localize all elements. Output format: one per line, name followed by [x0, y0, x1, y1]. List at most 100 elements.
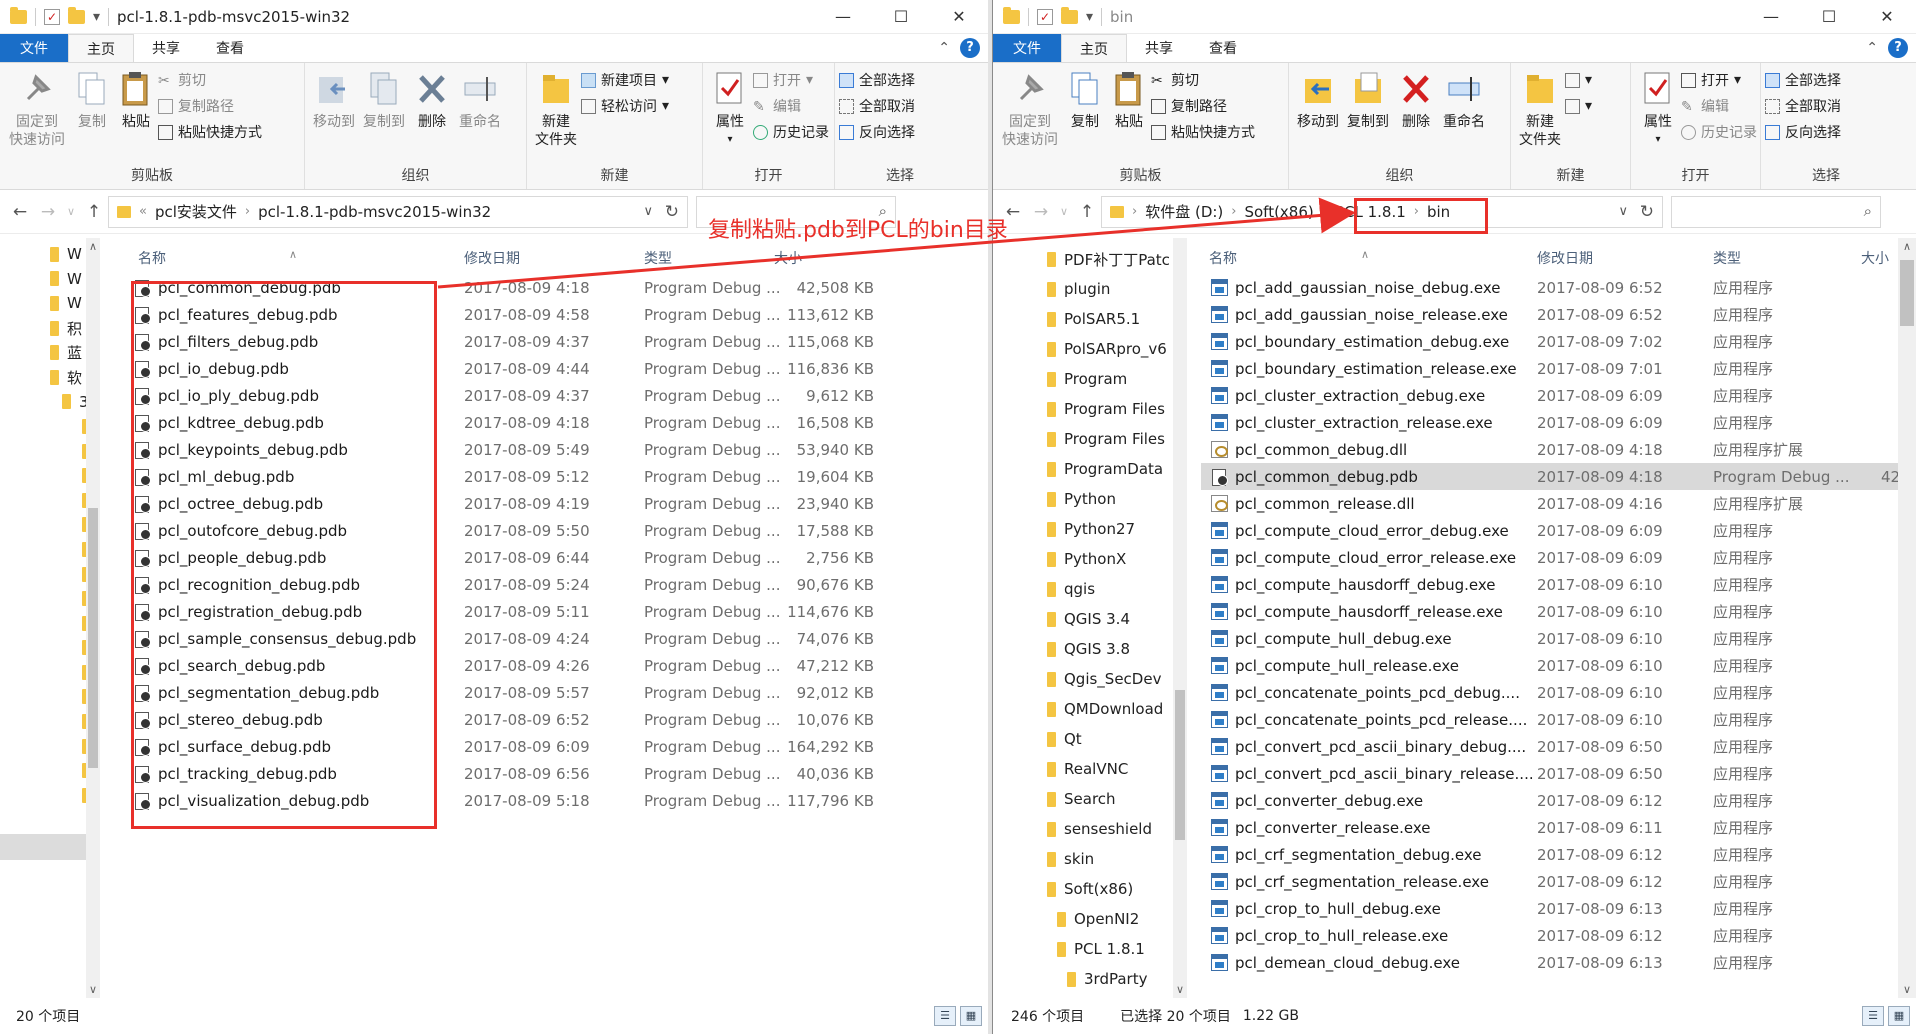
address-dropdown-icon[interactable]: ∨: [643, 204, 653, 219]
nav-item-collapsed[interactable]: [0, 734, 100, 759]
tab-share[interactable]: 共享: [1127, 34, 1191, 62]
file-row[interactable]: pcl_converter_release.exe 2017-08-09 6:11…: [1201, 814, 1898, 841]
column-date[interactable]: 修改日期: [1537, 248, 1593, 268]
file-row[interactable]: pcl_concatenate_points_pcd_release.... 20…: [1201, 706, 1898, 733]
file-row[interactable]: pcl_demean_cloud_debug.exe 2017-08-09 6:1…: [1201, 949, 1898, 976]
nav-item-collapsed[interactable]: [0, 660, 100, 685]
breadcrumb-item[interactable]: pcl-1.8.1-pdb-msvc2015-win32: [258, 203, 491, 221]
nav-item[interactable]: plugin: [993, 274, 1187, 304]
nav-item-collapsed[interactable]: [0, 488, 100, 513]
properties-check-icon[interactable]: ✓: [1037, 8, 1053, 25]
file-row[interactable]: pcl_crop_to_hull_debug.exe 2017-08-09 6:1…: [1201, 895, 1898, 922]
file-row[interactable]: pcl_crf_segmentation_release.exe 2017-08-…: [1201, 868, 1898, 895]
properties-check-icon[interactable]: ✓: [44, 8, 60, 25]
column-size[interactable]: 大小: [774, 248, 802, 268]
file-row[interactable]: pcl_convert_pcd_ascii_binary_debug.... 20…: [1201, 733, 1898, 760]
cut-button[interactable]: ✂ 剪切: [1151, 69, 1255, 91]
scroll-up-icon[interactable]: ∧: [86, 240, 100, 253]
scrollbar-thumb[interactable]: [1900, 260, 1914, 326]
tab-home[interactable]: 主页: [68, 34, 134, 62]
nav-item[interactable]: Python27: [993, 514, 1187, 544]
large-icons-view-icon[interactable]: ▦: [960, 1006, 982, 1026]
breadcrumb-separator-icon[interactable]: ›: [1132, 204, 1137, 219]
breadcrumb-separator-icon[interactable]: ›: [1231, 204, 1236, 219]
nav-item[interactable]: PolSARpro_v6: [993, 334, 1187, 364]
nav-item[interactable]: W: [0, 267, 100, 292]
nav-item[interactable]: Soft(x86): [993, 874, 1187, 904]
nav-item-collapsed[interactable]: [0, 439, 100, 464]
tab-file[interactable]: 文件: [993, 34, 1061, 62]
nav-item[interactable]: 3: [0, 390, 100, 415]
column-date[interactable]: 修改日期: [464, 248, 520, 268]
nav-item[interactable]: Python: [993, 484, 1187, 514]
refresh-icon[interactable]: ↻: [665, 202, 679, 222]
file-row[interactable]: pcl_cluster_extraction_release.exe 2017-0…: [1201, 409, 1898, 436]
copy-path-button[interactable]: 复制路径: [158, 95, 262, 117]
nav-item[interactable]: OpenNI2: [993, 904, 1187, 934]
column-type[interactable]: 类型: [1713, 248, 1741, 268]
scroll-up-icon[interactable]: ∧: [1898, 240, 1916, 253]
file-row[interactable]: pcl_compute_hull_release.exe 2017-08-09 6…: [1201, 652, 1898, 679]
nav-item[interactable]: 软: [0, 365, 100, 390]
scrollbar-thumb[interactable]: [1175, 690, 1185, 840]
new-item-button[interactable]: ▾: [1565, 69, 1592, 91]
nav-item[interactable]: RealVNC: [993, 754, 1187, 784]
file-row[interactable]: pcl_concatenate_points_pcd_debug.... 2017…: [1201, 679, 1898, 706]
forward-arrow-icon[interactable]: →: [1027, 202, 1055, 222]
collapse-ribbon-icon[interactable]: ⌃: [1866, 40, 1878, 56]
maximize-button[interactable]: ☐: [1800, 0, 1858, 34]
nav-item-collapsed[interactable]: [0, 783, 100, 808]
nav-item-collapsed[interactable]: [0, 463, 100, 488]
up-arrow-icon[interactable]: ↑: [1073, 202, 1101, 222]
cut-button[interactable]: ✂ 剪切: [158, 69, 262, 91]
column-type[interactable]: 类型: [644, 248, 672, 268]
select-all-button[interactable]: 全部选择: [1765, 69, 1841, 91]
file-row[interactable]: pcl_boundary_estimation_release.exe 2017-…: [1201, 355, 1898, 382]
nav-item-collapsed[interactable]: [0, 709, 100, 734]
large-icons-view-icon[interactable]: ▦: [1888, 1006, 1910, 1026]
nav-item-collapsed[interactable]: [0, 586, 100, 611]
column-name[interactable]: 名称: [138, 248, 166, 268]
paste-shortcut-button[interactable]: 粘贴快捷方式: [158, 121, 262, 143]
nav-item[interactable]: PCL 1.8.1: [993, 934, 1187, 964]
file-row[interactable]: pcl_common_debug.dll 2017-08-09 4:18 应用程序扩…: [1201, 436, 1898, 463]
breadcrumb-item[interactable]: Soft(x86): [1244, 203, 1313, 221]
nav-item[interactable]: Search: [993, 784, 1187, 814]
maximize-button[interactable]: ☐: [872, 0, 930, 34]
file-row[interactable]: pcl_add_gaussian_noise_debug.exe 2017-08-…: [1201, 274, 1898, 301]
nav-item-collapsed[interactable]: [0, 636, 100, 661]
file-row[interactable]: pcl_converter_debug.exe 2017-08-09 6:12 应用…: [1201, 787, 1898, 814]
scrollbar-thumb[interactable]: [88, 508, 98, 768]
open-button[interactable]: 打开 ▾: [753, 69, 829, 91]
nav-item-collapsed[interactable]: [0, 562, 100, 587]
address-box[interactable]: « pcl安装文件 › pcl-1.8.1-pdb-msvc2015-win32…: [108, 195, 688, 228]
history-button[interactable]: 历史记录: [1681, 121, 1757, 143]
nav-item[interactable]: PolSAR5.1: [993, 304, 1187, 334]
tab-home[interactable]: 主页: [1061, 34, 1127, 62]
tab-view[interactable]: 查看: [1191, 34, 1255, 62]
file-row[interactable]: pcl_convert_pcd_ascii_binary_release....…: [1201, 760, 1898, 787]
nav-item[interactable]: Program Files: [993, 424, 1187, 454]
select-none-button[interactable]: 全部取消: [1765, 95, 1841, 117]
nav-item[interactable]: Program: [993, 364, 1187, 394]
scroll-down-icon[interactable]: ∨: [1173, 983, 1187, 996]
file-row[interactable]: pcl_add_gaussian_noise_release.exe 2017-0…: [1201, 301, 1898, 328]
tab-file[interactable]: 文件: [0, 34, 68, 62]
edit-button[interactable]: ✎ 编辑: [1681, 95, 1757, 117]
help-icon[interactable]: ?: [960, 38, 980, 58]
breadcrumb-separator-icon[interactable]: ›: [245, 204, 250, 219]
nav-scrollbar[interactable]: ∨: [1173, 238, 1187, 998]
file-row[interactable]: pcl_cluster_extraction_debug.exe 2017-08-…: [1201, 382, 1898, 409]
nav-item-collapsed[interactable]: [0, 758, 100, 783]
nav-item[interactable]: skin: [993, 844, 1187, 874]
easy-access-button[interactable]: 轻松访问 ▾: [581, 95, 669, 117]
nav-item[interactable]: 3rdParty: [993, 964, 1187, 994]
new-folder-icon[interactable]: [1061, 6, 1078, 24]
tab-view[interactable]: 查看: [198, 34, 262, 62]
breadcrumb-item[interactable]: pcl安装文件: [155, 201, 237, 222]
edit-button[interactable]: ✎ 编辑: [753, 95, 829, 117]
nav-item[interactable]: QGIS 3.4: [993, 604, 1187, 634]
tab-share[interactable]: 共享: [134, 34, 198, 62]
column-name[interactable]: 名称: [1209, 248, 1237, 268]
overflow-chevron[interactable]: «: [139, 204, 147, 219]
